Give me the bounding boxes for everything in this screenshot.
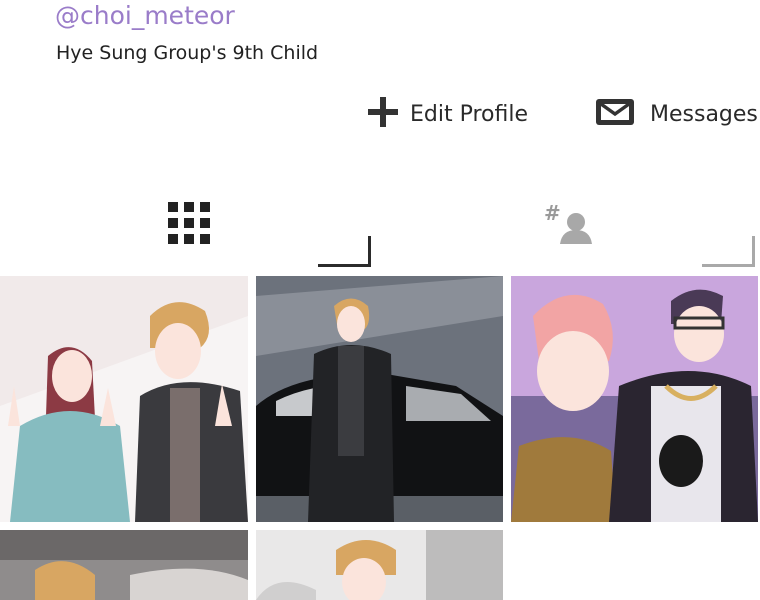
inactive-tab-indicator bbox=[702, 236, 755, 267]
messages-label: Messages bbox=[650, 101, 758, 127]
svg-text:#: # bbox=[544, 202, 561, 225]
post-thumbnail[interactable] bbox=[0, 276, 248, 522]
tagged-person-icon: # bbox=[544, 201, 596, 250]
edit-profile-label: Edit Profile bbox=[410, 101, 529, 127]
active-tab-indicator bbox=[318, 236, 371, 267]
envelope-icon bbox=[594, 97, 636, 131]
post-thumbnail[interactable] bbox=[511, 276, 758, 522]
post-thumbnail[interactable] bbox=[0, 530, 248, 600]
messages-button[interactable]: Messages bbox=[594, 94, 758, 134]
grid-icon bbox=[168, 202, 210, 248]
post-thumbnail[interactable] bbox=[256, 530, 503, 600]
profile-handle: @choi_meteor bbox=[55, 1, 235, 30]
tab-grid[interactable] bbox=[140, 190, 240, 260]
post-thumbnail[interactable] bbox=[256, 276, 503, 522]
plus-icon bbox=[366, 95, 400, 133]
edit-profile-button[interactable]: Edit Profile bbox=[366, 94, 528, 134]
tab-tagged[interactable]: # bbox=[526, 190, 626, 260]
profile-bio: Hye Sung Group's 9th Child bbox=[56, 42, 319, 64]
